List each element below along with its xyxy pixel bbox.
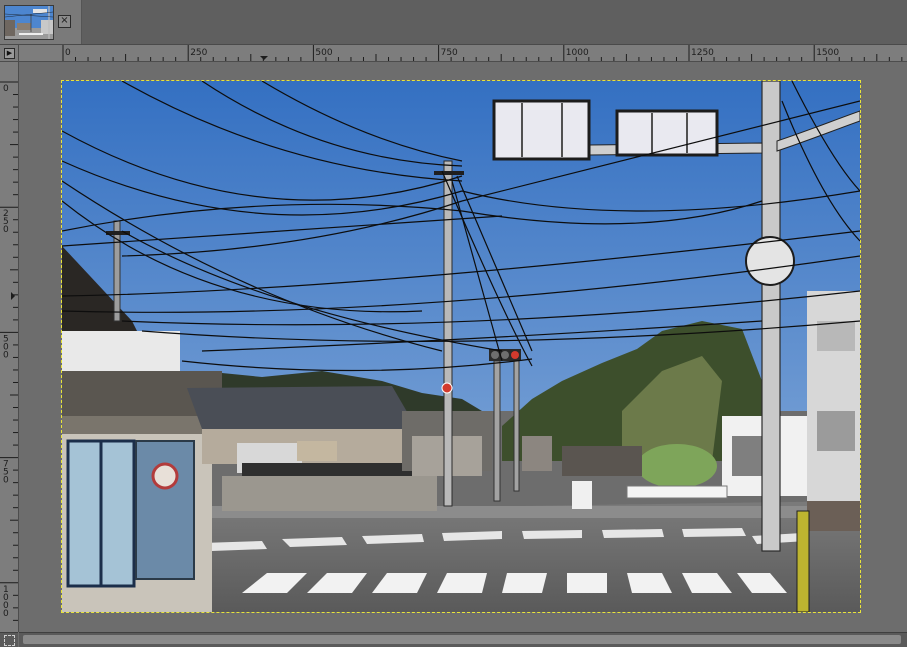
ruler-label: 1500: [816, 48, 839, 58]
ruler-label: 250: [190, 48, 207, 58]
ruler-label: 0: [3, 609, 9, 619]
navigate-selection-icon[interactable]: [4, 635, 15, 646]
horizontal-ruler[interactable]: 0 250 500 750 1000 1250 1500: [19, 45, 907, 62]
ruler-label: 1000: [566, 48, 589, 58]
ruler-label: 0: [3, 84, 9, 94]
horizontal-scrollbar[interactable]: [19, 632, 907, 647]
image-tab[interactable]: ×: [0, 0, 82, 44]
ruler-pointer-marker: [260, 56, 268, 60]
close-icon[interactable]: ×: [58, 15, 71, 28]
ruler-menu-arrow-icon[interactable]: ▶: [4, 48, 15, 59]
ruler-label: 0: [65, 48, 71, 58]
image-tab-bar: ×: [0, 0, 907, 45]
vertical-ruler[interactable]: 02505007501000: [0, 62, 19, 632]
image-thumbnail[interactable]: [4, 5, 54, 40]
canvas-area[interactable]: [19, 62, 907, 632]
ruler-label: 0: [3, 225, 9, 235]
ruler-corner-menu[interactable]: ▶: [0, 45, 19, 62]
ruler-label: 0: [3, 350, 9, 360]
ruler-label: 1250: [691, 48, 714, 58]
ruler-label: 500: [315, 48, 332, 58]
ruler-label: 0: [3, 476, 9, 486]
ruler-label: 750: [441, 48, 458, 58]
navigate-icon[interactable]: [0, 632, 18, 647]
horizontal-scrollbar-thumb[interactable]: [23, 635, 901, 644]
ruler-pointer-marker: [11, 292, 15, 300]
street-photo-image[interactable]: [61, 80, 861, 613]
